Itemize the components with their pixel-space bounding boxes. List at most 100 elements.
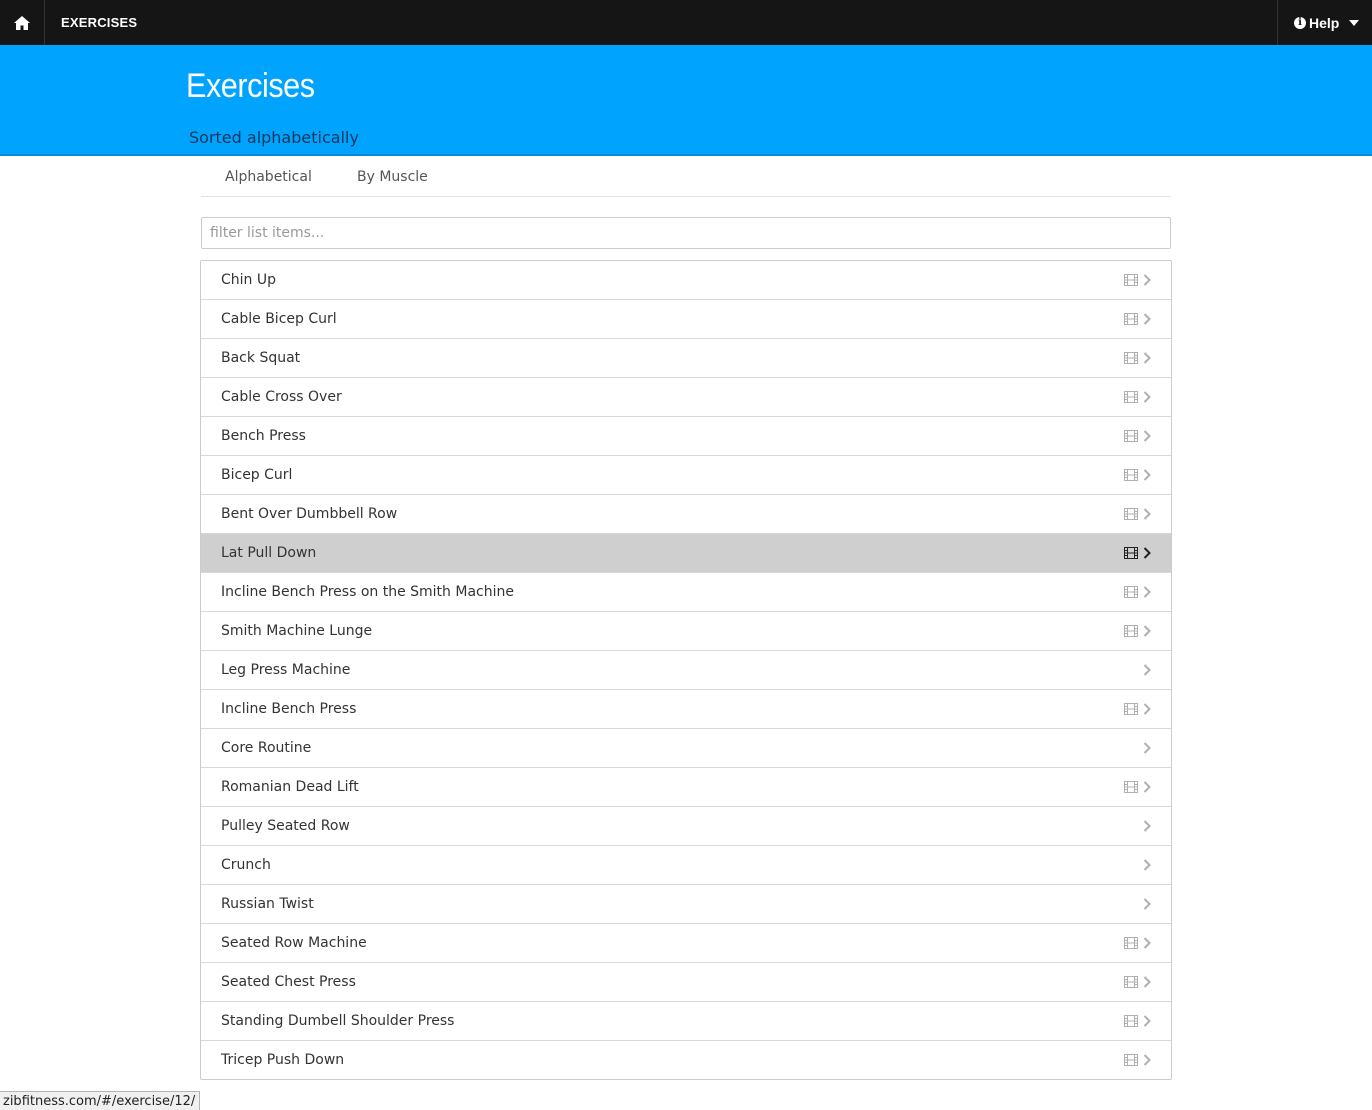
list-item-label: Bench Press [221,428,306,444]
list-item[interactable]: Bench Press [201,417,1171,456]
list-item[interactable]: Bent Over Dumbbell Row [201,495,1171,534]
list-item-label: Seated Row Machine [221,935,367,951]
film-icon [1124,547,1138,559]
list-item-icons [1124,339,1151,377]
list-item-icons [1124,456,1151,494]
list-item-icons [1124,261,1151,299]
list-item[interactable]: Standing Dumbell Shoulder Press [201,1002,1171,1041]
list-item[interactable]: Russian Twist [201,885,1171,924]
nav-title[interactable]: EXERCISES [61,0,137,45]
list-item[interactable]: Crunch [201,846,1171,885]
filter-input[interactable] [201,217,1171,249]
list-item-label: Lat Pull Down [221,545,317,561]
list-item-label: Crunch [221,857,271,873]
list-item-icons [1143,729,1151,767]
page-header: Exercises Sorted alphabetically [0,45,1372,156]
list-item-label: Smith Machine Lunge [221,623,373,639]
caret-down-icon [1349,19,1360,26]
tab-alphabetical[interactable]: Alphabetical [201,158,336,196]
film-icon [1124,469,1138,481]
film-icon [1124,1015,1138,1027]
chevron-right-icon [1143,391,1151,403]
film-icon [1124,625,1138,637]
chevron-right-icon [1143,274,1151,286]
list-item-icons [1124,534,1151,572]
list-item[interactable]: Incline Bench Press [201,690,1171,729]
film-icon [1124,391,1138,403]
list-item-icons [1124,768,1151,806]
list-item-label: Tricep Push Down [221,1052,345,1068]
page-title: Exercises [186,67,315,105]
film-icon [1124,781,1138,793]
chevron-right-icon [1143,547,1151,559]
list-item[interactable]: Pulley Seated Row [201,807,1171,846]
film-icon [1124,703,1138,715]
chevron-right-icon [1143,508,1151,520]
tab-by-muscle[interactable]: By Muscle [333,158,452,196]
list-item-label: Bent Over Dumbbell Row [221,506,398,522]
list-item[interactable]: Bicep Curl [201,456,1171,495]
list-item-icons [1124,417,1151,455]
list-item[interactable]: Chin Up [201,261,1171,300]
film-icon [1124,313,1138,325]
list-item[interactable]: Tricep Push Down [201,1041,1171,1079]
chevron-right-icon [1143,976,1151,988]
list-item-label: Incline Bench Press [221,701,357,717]
chevron-right-icon [1143,820,1151,832]
chevron-right-icon [1143,1054,1151,1066]
list-item-label: Bicep Curl [221,467,293,483]
list-item[interactable]: Smith Machine Lunge [201,612,1171,651]
list-item-label: Pulley Seated Row [221,818,350,834]
film-icon [1124,352,1138,364]
help-label: Help [1309,14,1340,31]
list-item-icons [1124,1041,1151,1079]
help-dropdown[interactable]: i Help [1277,0,1372,45]
list-item[interactable]: Core Routine [201,729,1171,768]
list-item-label: Russian Twist [221,896,314,912]
list-item-icons [1124,495,1151,533]
list-item[interactable]: Romanian Dead Lift [201,768,1171,807]
list-item-label: Standing Dumbell Shoulder Press [221,1013,455,1029]
list-item[interactable]: Seated Chest Press [201,963,1171,1002]
list-item[interactable]: Cable Cross Over [201,378,1171,417]
chevron-right-icon [1143,937,1151,949]
film-icon [1124,976,1138,988]
film-icon [1124,274,1138,286]
film-icon [1124,586,1138,598]
list-item-icons [1124,690,1151,728]
chevron-right-icon [1143,703,1151,715]
list-item[interactable]: Incline Bench Press on the Smith Machine [201,573,1171,612]
list-item-icons [1124,378,1151,416]
film-icon [1124,937,1138,949]
list-item-label: Back Squat [221,350,301,366]
chevron-right-icon [1143,859,1151,871]
list-item-label: Chin Up [221,272,276,288]
list-item[interactable]: Cable Bicep Curl [201,300,1171,339]
list-item-icons [1124,300,1151,338]
list-item[interactable]: Seated Row Machine [201,924,1171,963]
chevron-right-icon [1143,742,1151,754]
list-item[interactable]: Back Squat [201,339,1171,378]
list-item-icons [1143,807,1151,845]
list-item-icons [1124,924,1151,962]
film-icon [1124,430,1138,442]
list-item[interactable]: Leg Press Machine [201,651,1171,690]
list-item-label: Core Routine [221,740,312,756]
list-item-icons [1124,1002,1151,1040]
sort-tabs: Alphabetical By Muscle [201,158,1171,197]
list-item-icons [1124,573,1151,611]
list-item[interactable]: Lat Pull Down [201,534,1171,573]
chevron-right-icon [1143,352,1151,364]
home-button[interactable] [0,0,45,45]
list-item-icons [1124,963,1151,1001]
list-item-icons [1143,885,1151,923]
chevron-right-icon [1143,1015,1151,1027]
exercise-list: Chin Up Cable Bicep Curl Back Squat Cable C… [200,260,1172,1080]
list-item-label: Cable Cross Over [221,389,342,405]
list-item-label: Cable Bicep Curl [221,311,337,327]
info-icon: i [1294,16,1306,29]
home-icon [14,15,30,30]
list-item-label: Leg Press Machine [221,662,351,678]
page-subtitle: Sorted alphabetically [189,128,359,147]
film-icon [1124,508,1138,520]
